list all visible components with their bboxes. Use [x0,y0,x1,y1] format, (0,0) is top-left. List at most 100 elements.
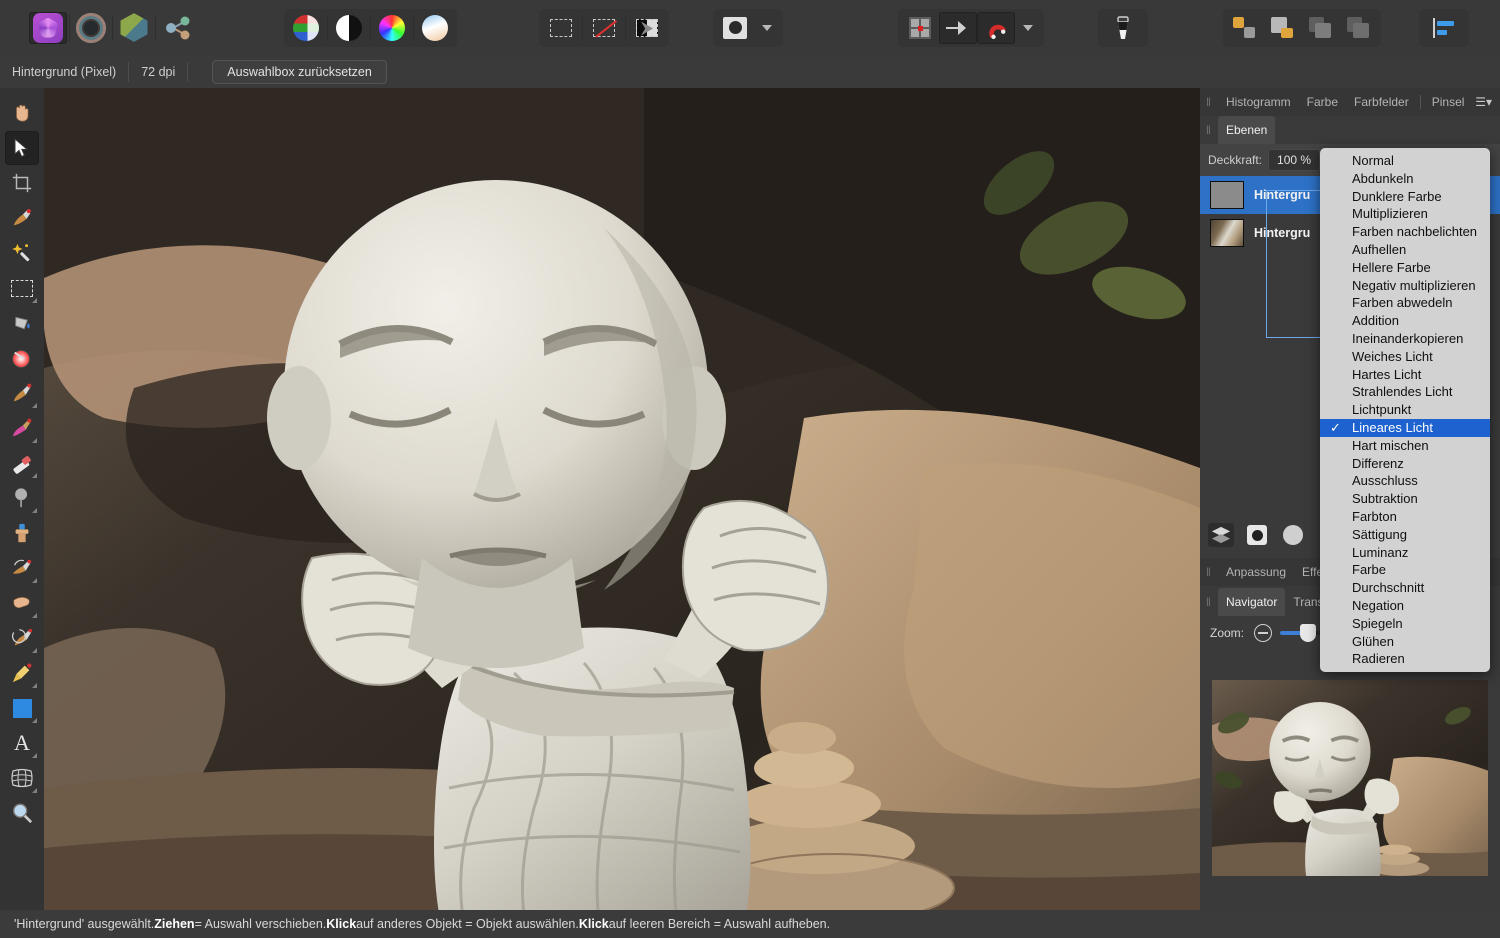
magnet-snapping-icon[interactable] [977,11,1015,44]
blend-mode-item[interactable]: Hellere Farbe [1320,259,1490,277]
blemish-removal-tool[interactable] [5,551,39,585]
tab-farbe[interactable]: Farbe [1299,88,1346,116]
mesh-warp-tool[interactable] [5,761,39,795]
deselect-icon[interactable] [585,12,623,44]
move-tool[interactable] [5,131,39,165]
selection-shape-chevron-down-icon[interactable] [754,12,780,44]
export-persona-icon[interactable] [158,12,196,44]
tab-farbfelder[interactable]: Farbfelder [1346,88,1417,116]
move-to-back-icon[interactable] [1340,12,1378,44]
rectangle-shape-tool[interactable] [5,691,39,725]
blend-mode-item[interactable]: Farbton [1320,508,1490,526]
blend-mode-label: Negation [1352,597,1405,613]
blend-mode-item[interactable]: Addition [1320,312,1490,330]
blend-mode-item[interactable]: Farben nachbelichten [1320,223,1490,241]
tab-navigator[interactable]: Navigator [1217,588,1286,616]
zoom-slider-knob[interactable] [1300,624,1317,642]
panel-menu-icon[interactable]: ☰▾ [1475,95,1492,109]
blend-mode-dropdown[interactable]: Normal Abdunkeln Dunklere Farbe Multiplizie… [1320,148,1490,673]
color-wheel-icon[interactable] [373,12,411,44]
panel-drag-handle[interactable]: ‖ [1206,95,1211,109]
marquee-tool[interactable] [5,271,39,305]
blend-mode-item[interactable]: Dunklere Farbe [1320,188,1490,206]
zoom-tool[interactable] [5,796,39,830]
tab-histogramm[interactable]: Histogramm [1218,88,1299,116]
reset-selection-box-button[interactable]: Auswahlbox zurücksetzen [212,59,387,84]
layer-effects-icon[interactable] [1208,523,1234,547]
blend-mode-item[interactable]: Sättigung [1320,526,1490,544]
blend-mode-item[interactable]: Subtraktion [1320,490,1490,508]
grid-icon[interactable] [901,12,939,44]
text-tool[interactable]: A [5,726,39,760]
color-picker-icon[interactable] [1101,12,1145,44]
blend-mode-item[interactable]: Negativ multiplizieren [1320,277,1490,295]
live-filter-icon[interactable] [1280,523,1306,547]
clone-brush-tool[interactable] [5,516,39,550]
align-left-icon[interactable] [1422,12,1466,44]
tab-pinsel[interactable]: Pinsel [1424,88,1473,116]
document-image[interactable] [44,88,1200,910]
blend-mode-item[interactable]: Radieren [1320,650,1490,668]
dodge-burn-tool[interactable] [5,481,39,515]
blend-mode-item[interactable]: Multiplizieren [1320,205,1490,223]
blend-mode-item[interactable]: Luminanz [1320,544,1490,562]
magic-wand-tool[interactable] [5,236,39,270]
blend-mode-item[interactable]: Abdunkeln [1320,170,1490,188]
blend-mode-item[interactable]: Farbe [1320,561,1490,579]
opacity-input[interactable]: 100 % [1268,149,1321,171]
snapping-chevron-down-icon[interactable] [1015,12,1041,44]
develop-persona-icon[interactable] [115,12,153,44]
blend-mode-item[interactable]: Lichtpunkt [1320,401,1490,419]
blend-mode-item[interactable]: Hartes Licht [1320,366,1490,384]
blend-mode-item[interactable]: Normal [1320,152,1490,170]
snap-to-icon[interactable] [939,11,977,44]
navigator-thumbnail[interactable] [1212,680,1488,876]
blend-mode-item[interactable]: ✓ Lineares Licht [1320,418,1490,437]
adjustment-layer-icon[interactable] [1244,523,1270,547]
panel-drag-handle[interactable]: ‖ [1206,595,1211,609]
blend-mode-item[interactable]: Durchschnitt [1320,579,1490,597]
pen-tool[interactable] [5,656,39,690]
tab-anpassung[interactable]: Anpassung [1218,558,1294,586]
panel-drag-handle[interactable]: ‖ [1206,565,1211,579]
canvas-area[interactable] [44,88,1200,910]
blend-mode-label: Glühen [1352,633,1394,649]
rgb-channels-icon[interactable] [287,12,325,44]
blend-mode-item[interactable]: Ineinanderkopieren [1320,330,1490,348]
blend-mode-item[interactable]: Strahlendes Licht [1320,383,1490,401]
undo-brush-tool[interactable] [5,621,39,655]
blend-mode-item[interactable]: Hart mischen [1320,437,1490,455]
magnifier-icon [13,803,33,824]
blend-mode-label: Aufhellen [1352,241,1407,257]
view-hand-tool[interactable] [5,96,39,130]
tab-ebenen[interactable]: Ebenen [1217,116,1276,144]
paint-brush-tool[interactable] [5,376,39,410]
photo-persona-icon[interactable] [29,11,67,44]
gradient-tool[interactable] [5,341,39,375]
flood-fill-tool[interactable] [5,306,39,340]
smudge-tool[interactable] [5,586,39,620]
selection-shape-icon[interactable] [716,12,754,44]
move-forward-icon[interactable] [1264,12,1302,44]
panel-drag-handle[interactable]: ‖ [1206,123,1211,137]
gradient-icon[interactable] [416,12,454,44]
paint-mixer-tool[interactable] [5,411,39,445]
blend-mode-item[interactable]: Ausschluss [1320,472,1490,490]
move-to-front-icon[interactable] [1226,12,1264,44]
blend-mode-item[interactable]: Negation [1320,597,1490,615]
move-backward-icon[interactable] [1302,12,1340,44]
refine-selection-icon[interactable] [628,12,666,44]
crop-tool[interactable] [5,166,39,200]
blend-mode-item[interactable]: Glühen [1320,633,1490,651]
blend-mode-item[interactable]: Spiegeln [1320,615,1490,633]
liquify-persona-icon[interactable] [72,12,110,44]
blend-mode-item[interactable]: Farben abwedeln [1320,294,1490,312]
erase-brush-tool[interactable] [5,446,39,480]
minus-circle-icon[interactable] [1254,624,1273,642]
marquee-select-icon[interactable] [542,12,580,44]
blend-mode-item[interactable]: Weiches Licht [1320,348,1490,366]
selection-brush-tool[interactable] [5,201,39,235]
blend-mode-item[interactable]: Differenz [1320,455,1490,473]
blend-mode-item[interactable]: Aufhellen [1320,241,1490,259]
contrast-icon[interactable] [330,12,368,44]
